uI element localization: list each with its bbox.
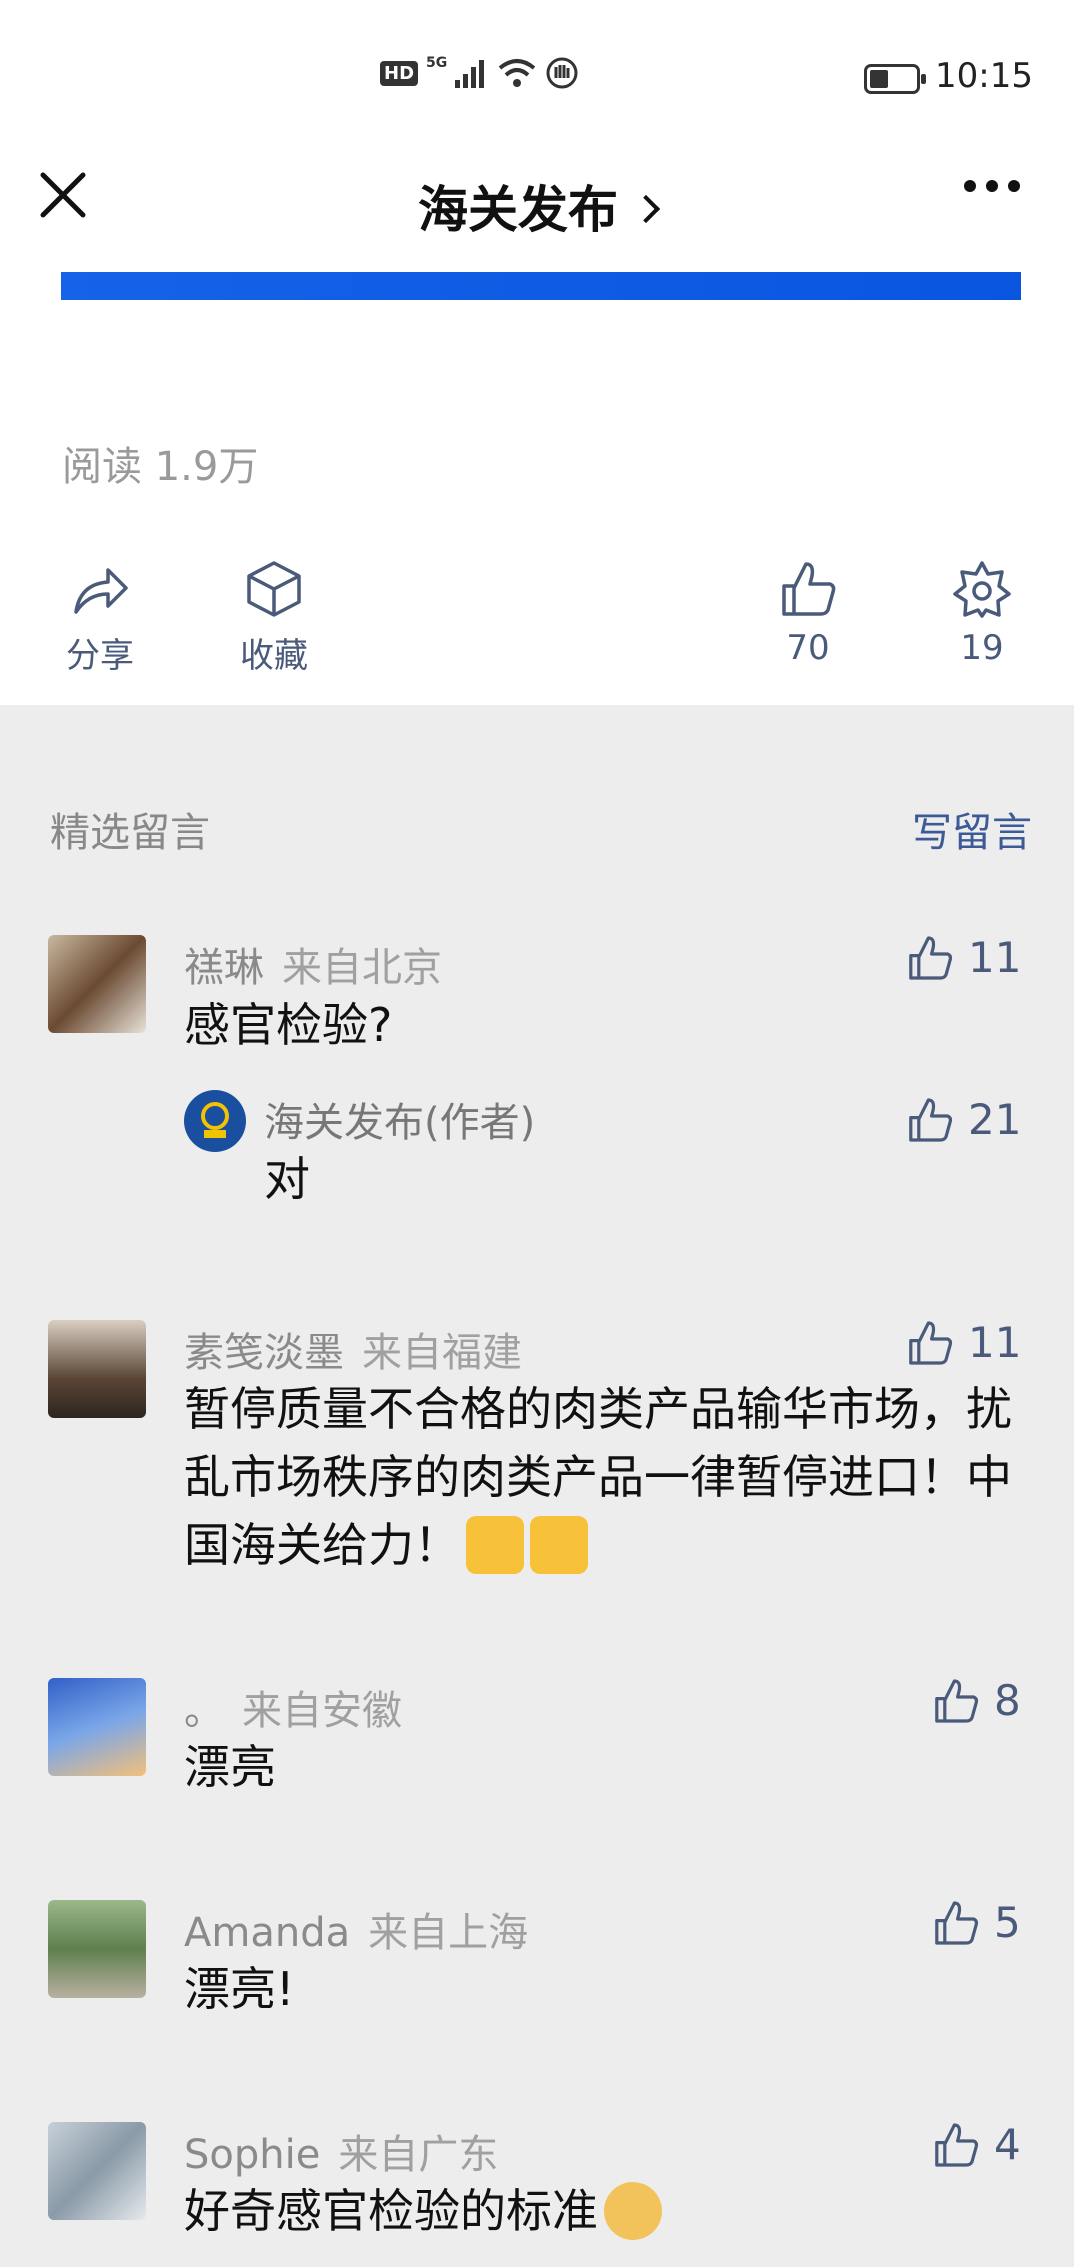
thumbs-up-emoji-icon (530, 1515, 588, 1574)
comment-text: 感官检验? (184, 998, 393, 1052)
comment-author[interactable]: 禚琳 来自北京 (184, 935, 442, 993)
comment-like-count: 11 (968, 1318, 1022, 1367)
thumbs-up-icon (935, 2122, 979, 2167)
article-image-strip (61, 272, 1021, 300)
reply-author[interactable]: 海关发布(作者) (264, 1090, 535, 1148)
read-count: 阅读 1.9万 (62, 444, 259, 490)
thumbs-up-icon (782, 562, 836, 616)
comment-like-count: 11 (968, 933, 1022, 982)
share-label: 分享 (66, 636, 134, 676)
thumbs-up-emoji-icon (466, 1515, 524, 1574)
write-comment-button[interactable]: 写留言 (912, 800, 1032, 858)
comment-text: 暂停质量不合格的肉类产品输华市场，扰乱市场秩序的肉类产品一律暂停进口！中国海关给… (184, 1375, 1014, 1579)
featured-comments-label: 精选留言 (50, 810, 210, 856)
like-button[interactable]: 70 (738, 560, 878, 668)
comment-like-button[interactable]: 11 (906, 1318, 1021, 1367)
thumbs-up-icon (935, 1900, 979, 1945)
customs-logo-icon (201, 1102, 229, 1138)
thumbs-up-icon (909, 1320, 953, 1365)
reply-text: 对 (264, 1152, 310, 1206)
avatar[interactable] (48, 935, 146, 1033)
author-name: 禚琳 (184, 945, 264, 991)
status-bar: HD 5G 10:15 (0, 50, 1074, 110)
comment-author[interactable]: 素笺淡墨 来自福建 (184, 1320, 522, 1378)
author-location: 来自安徽 (242, 1688, 402, 1734)
collect-button[interactable]: 收藏 (204, 560, 344, 677)
avatar[interactable] (48, 1900, 146, 1998)
share-button[interactable]: 分享 (30, 560, 170, 677)
avatar[interactable] (48, 1320, 146, 1418)
clock: 10:15 (935, 56, 1033, 96)
comment-like-count: 4 (994, 2120, 1021, 2169)
like-count: 70 (786, 628, 830, 668)
wow-button[interactable]: 19 (912, 560, 1052, 668)
nav-title-link[interactable]: 海关发布 (0, 170, 1074, 242)
comment-body: 暂停质量不合格的肉类产品输华市场，扰乱市场秩序的肉类产品一律暂停进口！中国海关给… (184, 1382, 1012, 1572)
author-name: Sophie (184, 2132, 321, 2178)
comment-author[interactable]: Amanda 来自上海 (184, 1900, 528, 1958)
signal-icon (455, 60, 485, 88)
collect-label: 收藏 (240, 636, 308, 676)
star-icon (953, 561, 1011, 618)
nav-bar: 海关发布 (0, 160, 1074, 245)
chevron-right-icon (631, 194, 661, 224)
author-name: 。 (184, 1688, 224, 1734)
author-avatar[interactable] (184, 1090, 246, 1152)
author-location: 来自福建 (362, 1330, 522, 1376)
avatar[interactable] (48, 1678, 146, 1776)
5g-label: 5G (426, 55, 448, 71)
comment-like-button[interactable]: 5 (932, 1898, 1021, 1947)
author-location: 来自北京 (282, 945, 442, 991)
doge-emoji-icon (604, 2181, 662, 2240)
share-icon (74, 568, 128, 614)
author-location: 来自上海 (368, 1910, 529, 1956)
thumbs-up-icon (935, 1678, 979, 1723)
comment-text: 漂亮 (184, 1740, 276, 1794)
comment-text: 好奇感官检验的标准 (184, 2177, 1014, 2245)
hand-icon (546, 57, 578, 89)
wow-count: 19 (960, 628, 1004, 668)
comments-header: 精选留言 写留言 (50, 800, 1032, 858)
comment-like-count: 5 (994, 1898, 1021, 1947)
comment-like-button[interactable]: 4 (932, 2120, 1021, 2169)
comment-author[interactable]: 。来自安徽 (184, 1678, 402, 1736)
wifi-icon (498, 59, 536, 87)
battery-icon (864, 64, 926, 94)
hd-badge: HD (380, 60, 419, 86)
comment-author[interactable]: Sophie 来自广东 (184, 2122, 498, 2180)
comment-text: 漂亮! (184, 1962, 295, 2016)
comment-like-button[interactable]: 11 (906, 933, 1021, 982)
author-location: 来自广东 (338, 2132, 499, 2178)
reply-like-button[interactable]: 21 (906, 1095, 1021, 1144)
comment-like-count: 8 (994, 1676, 1021, 1725)
comment-like-button[interactable]: 8 (932, 1676, 1021, 1725)
page-title: 海关发布 (418, 181, 618, 239)
more-icon[interactable] (964, 180, 1020, 192)
reply-like-count: 21 (968, 1095, 1022, 1144)
avatar[interactable] (48, 2122, 146, 2220)
signal-group: HD 5G (380, 55, 579, 90)
author-name: 素笺淡墨 (184, 1330, 344, 1376)
thumbs-up-icon (909, 935, 953, 980)
author-name: Amanda (184, 1910, 351, 1956)
comment-body: 好奇感官检验的标准 (184, 2184, 598, 2238)
cube-icon (247, 561, 301, 617)
thumbs-up-icon (909, 1097, 953, 1142)
